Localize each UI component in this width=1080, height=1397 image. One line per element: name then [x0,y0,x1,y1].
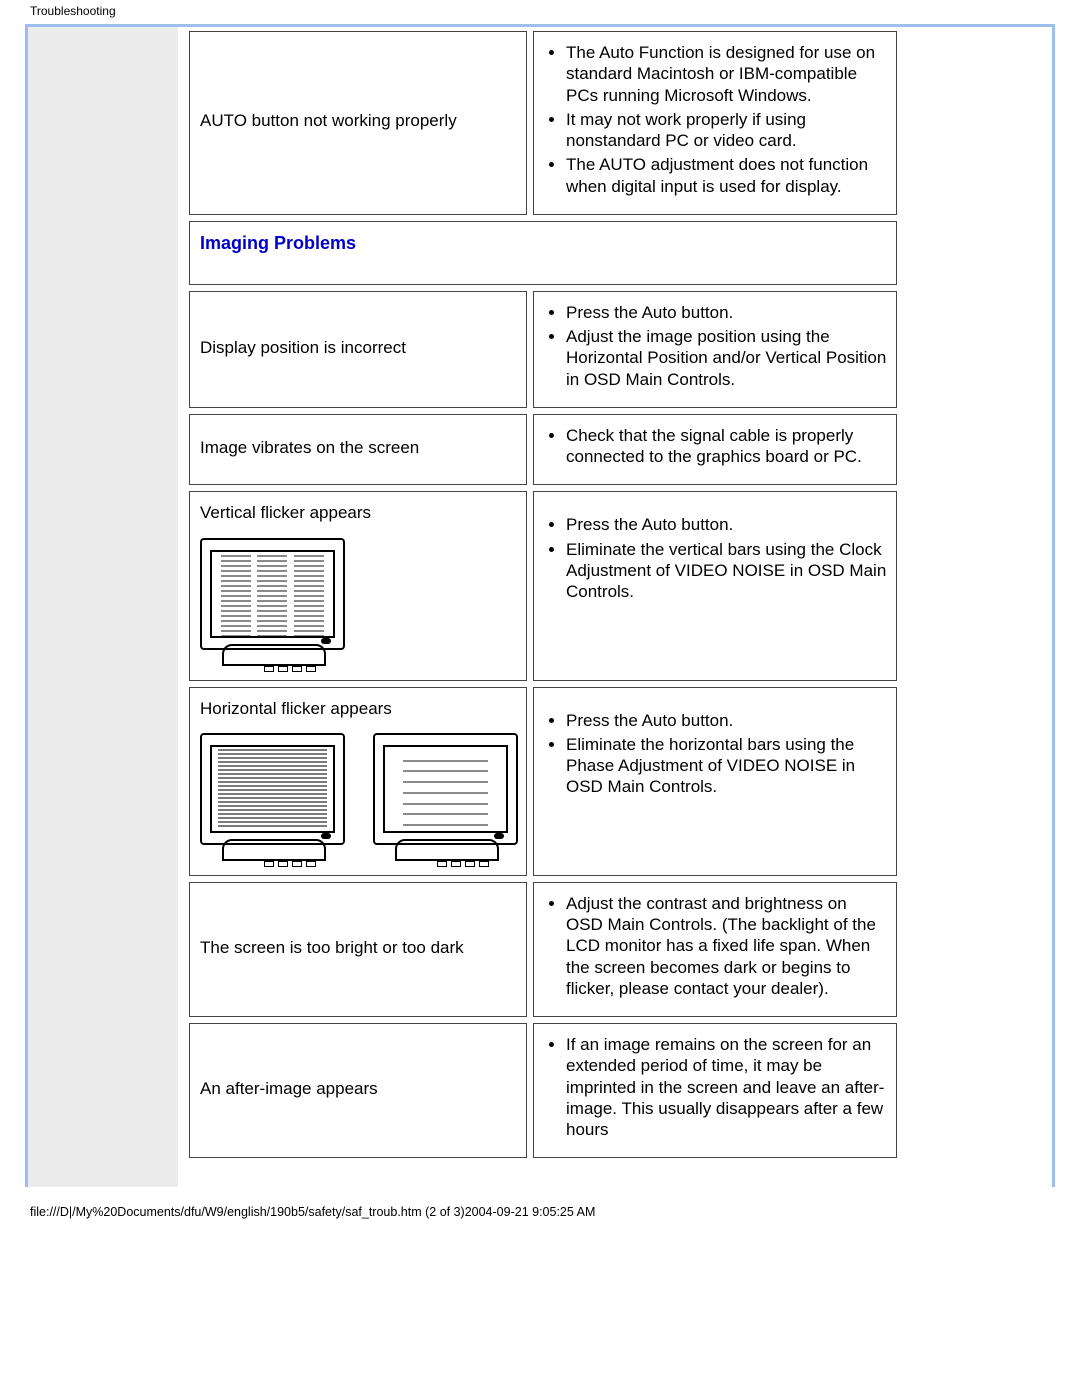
solution-cell: The Auto Function is designed for use on… [533,31,897,215]
problem-text: The screen is too bright or too dark [200,938,464,957]
table-row: Image vibrates on the screen Check that … [189,414,897,486]
solution-cell: Press the Auto button. Adjust the image … [533,291,897,408]
solution-cell: Press the Auto button. Eliminate the ver… [533,491,897,680]
table-row: The screen is too bright or too dark Adj… [189,882,897,1017]
illustration-row [200,733,518,861]
problem-cell: The screen is too bright or too dark [189,882,527,1017]
problem-text: Vertical flicker appears [200,503,371,522]
problem-text: Display position is incorrect [200,338,406,357]
table-row: Vertical flicker appears [189,491,897,680]
troubleshoot-content: AUTO button not working properly The Aut… [183,27,1042,1164]
solution-cell: Adjust the contrast and brightness on OS… [533,882,897,1017]
solution-item: Press the Auto button. [566,514,888,535]
section-header-cell: Imaging Problems [189,221,897,285]
table-row: AUTO button not working properly The Aut… [189,31,897,215]
table-section-row: Imaging Problems [189,221,897,285]
problem-cell: Image vibrates on the screen [189,414,527,486]
problem-cell: Display position is incorrect [189,291,527,408]
solution-item: The Auto Function is designed for use on… [566,42,888,106]
solution-item: If an image remains on the screen for an… [566,1034,888,1140]
problem-text: An after-image appears [200,1079,378,1098]
monitor-illustration [373,733,518,861]
monitor-illustration [200,538,345,666]
solution-item: It may not work properly if using nonsta… [566,109,888,152]
solution-cell: Press the Auto button. Eliminate the hor… [533,687,897,876]
solution-item: The AUTO adjustment does not function wh… [566,154,888,197]
problem-text: AUTO button not working properly [200,111,457,130]
sidebar [28,27,178,1187]
solution-cell: If an image remains on the screen for an… [533,1023,897,1158]
illustration-row [200,538,518,666]
problem-cell: An after-image appears [189,1023,527,1158]
horizontal-flicker-sparse-icon [385,747,506,833]
page-title: Troubleshooting [0,0,1080,22]
vertical-flicker-icon [212,552,333,638]
problem-text: Horizontal flicker appears [200,699,392,718]
solution-item: Eliminate the vertical bars using the Cl… [566,539,888,603]
monitor-illustration [200,733,345,861]
solution-cell: Check that the signal cable is properly … [533,414,897,486]
footer-path: file:///D|/My%20Documents/dfu/W9/english… [0,1187,1080,1219]
problem-cell: Horizontal flicker appears [189,687,527,876]
solution-item: Press the Auto button. [566,710,888,731]
table-row: Display position is incorrect Press the … [189,291,897,408]
solution-item: Eliminate the horizontal bars using the … [566,734,888,798]
solution-item: Press the Auto button. [566,302,888,323]
troubleshoot-table: AUTO button not working properly The Aut… [183,25,903,1164]
solution-item: Adjust the contrast and brightness on OS… [566,893,888,999]
content-frame: AUTO button not working properly The Aut… [25,24,1055,1187]
section-header: Imaging Problems [200,233,356,253]
problem-cell: AUTO button not working properly [189,31,527,215]
solution-item: Check that the signal cable is properly … [566,425,888,468]
horizontal-flicker-dense-icon [218,749,327,829]
problem-cell: Vertical flicker appears [189,491,527,680]
solution-item: Adjust the image position using the Hori… [566,326,888,390]
table-row: An after-image appears If an image remai… [189,1023,897,1158]
problem-text: Image vibrates on the screen [200,438,419,457]
table-row: Horizontal flicker appears [189,687,897,876]
